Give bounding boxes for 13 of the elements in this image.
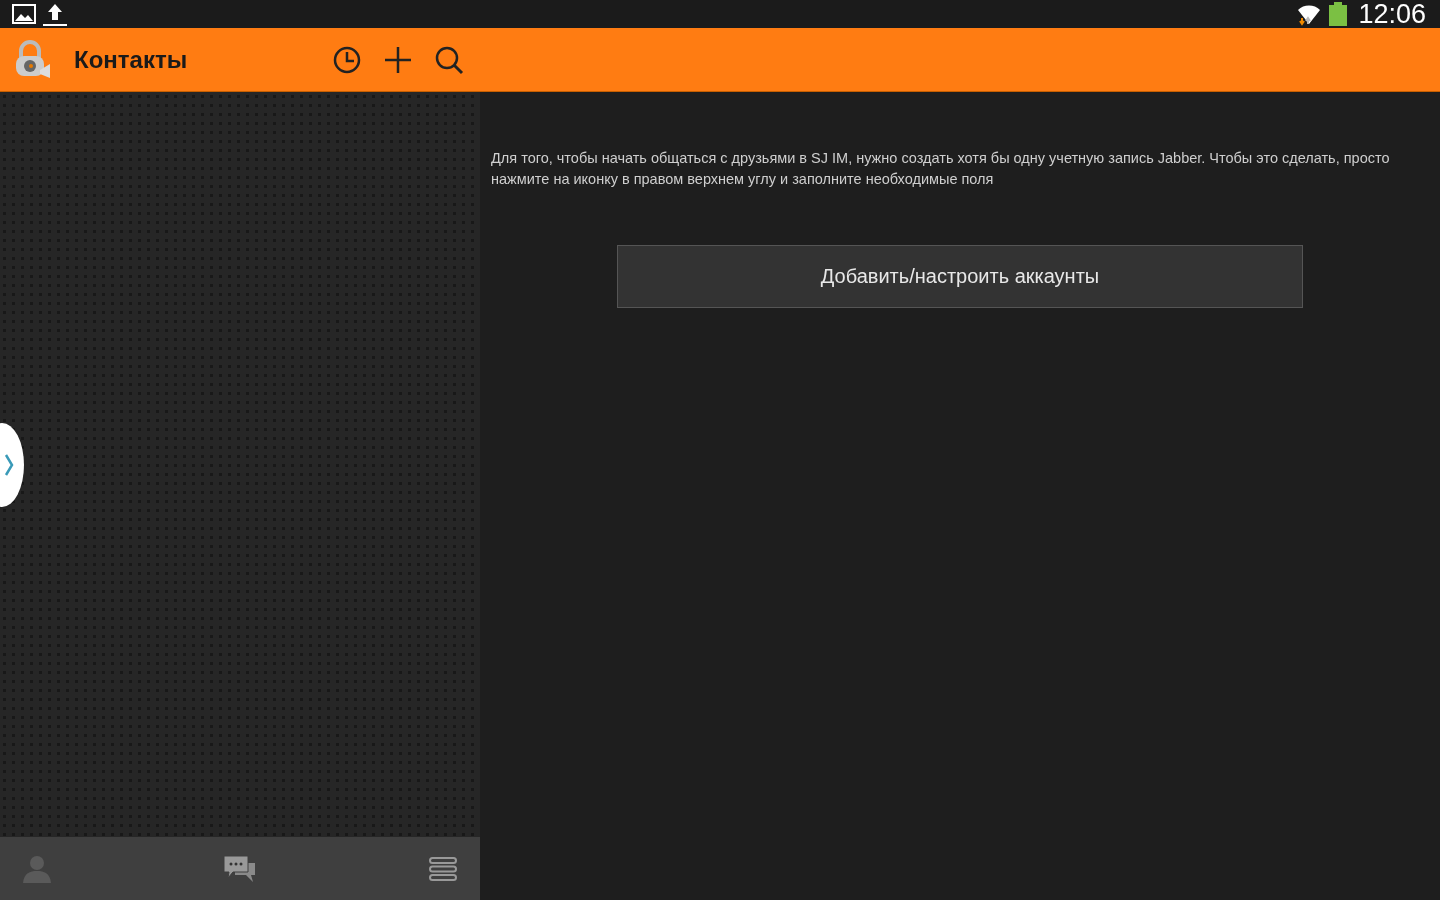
info-message: Для того, чтобы начать общаться с друзьями в SJ IM, нужно создать хотя бы одну учетную запись Jabber. Чтобы это сделать, просто нажмите на иконку в правом верхнем углу и заполните необходимые поля (491, 149, 1391, 189)
clock-icon[interactable] (332, 44, 362, 75)
chat-bubbles-icon[interactable] (223, 854, 257, 883)
search-icon[interactable] (434, 44, 464, 75)
battery-icon (1328, 2, 1349, 26)
add-accounts-button[interactable]: Добавить/настроить аккаунты (617, 245, 1303, 308)
screen-title: Контакты (74, 45, 189, 74)
chevron-right-icon (4, 453, 14, 477)
clock-time: 12:06 (1358, 0, 1426, 30)
plus-icon[interactable] (383, 44, 413, 75)
image-icon (12, 4, 36, 24)
upload-icon (42, 2, 68, 26)
menu-icon[interactable] (428, 855, 458, 882)
